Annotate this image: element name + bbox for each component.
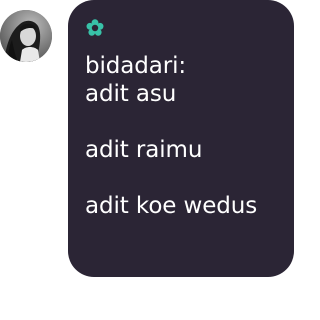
avatar-photo <box>0 10 52 62</box>
avatar[interactable] <box>0 10 52 62</box>
chat-message-row: bidadari: adit asu adit raimu adit koe w… <box>0 0 298 320</box>
flower-icon <box>85 18 278 38</box>
message-bubble[interactable]: bidadari: adit asu adit raimu adit koe w… <box>68 0 294 277</box>
message-text: bidadari: adit asu adit raimu adit koe w… <box>85 53 258 219</box>
